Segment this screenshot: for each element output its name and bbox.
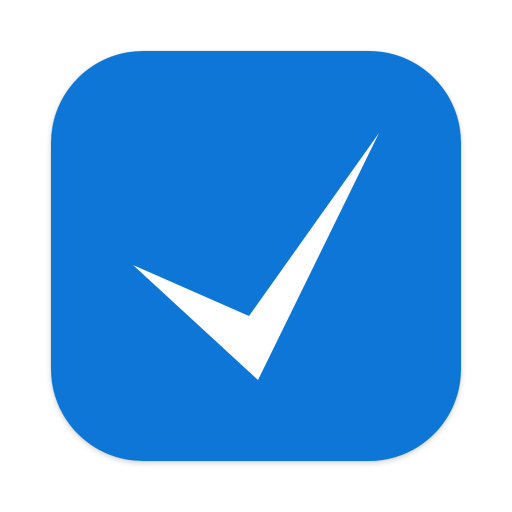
- app-icon-graphic: [51, 51, 461, 461]
- tile-background: [51, 51, 461, 461]
- icon-canvas: [0, 0, 512, 512]
- app-icon-tile[interactable]: [51, 51, 461, 461]
